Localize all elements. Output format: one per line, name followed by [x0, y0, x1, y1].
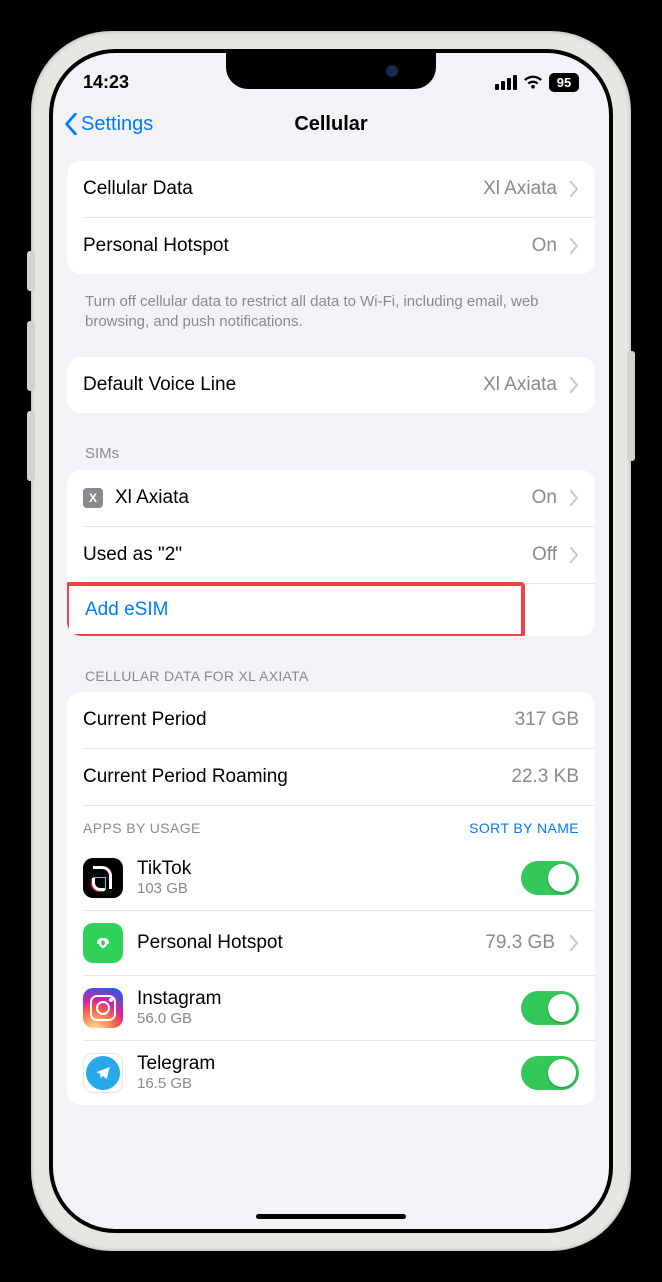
app-row-telegram[interactable]: Telegram 16.5 GB	[67, 1041, 595, 1105]
current-period-roaming-value: 22.3 KB	[511, 766, 579, 788]
app-name: Personal Hotspot	[137, 932, 283, 954]
personal-hotspot-label: Personal Hotspot	[83, 235, 229, 257]
chevron-right-icon	[569, 238, 579, 254]
add-esim-row[interactable]: Add eSIM	[67, 582, 525, 636]
nav-bar: Settings Cellular	[53, 103, 609, 155]
back-button[interactable]: Settings	[63, 113, 153, 136]
sim-1-row[interactable]: X Xl Axiata On	[67, 470, 595, 526]
default-voice-line-label: Default Voice Line	[83, 374, 236, 396]
sim-2-value: Off	[532, 544, 557, 566]
app-name: Telegram	[137, 1053, 215, 1075]
app-toggle[interactable]	[521, 1056, 579, 1090]
personal-hotspot-row[interactable]: Personal Hotspot On	[67, 218, 595, 274]
sort-by-name-button[interactable]: SORT BY NAME	[469, 820, 579, 836]
cellular-signal-icon	[495, 75, 517, 90]
chevron-right-icon	[569, 935, 579, 951]
sim-1-value: On	[532, 487, 557, 509]
chevron-right-icon	[569, 181, 579, 197]
app-row-hotspot[interactable]: Personal Hotspot 79.3 GB	[67, 911, 595, 975]
current-period-value: 317 GB	[515, 709, 579, 731]
default-voice-line-row[interactable]: Default Voice Line Xl Axiata	[67, 357, 595, 413]
sims-header: SIMs	[67, 421, 595, 470]
app-row-instagram[interactable]: Instagram 56.0 GB	[67, 976, 595, 1040]
status-time: 14:23	[83, 72, 129, 93]
home-indicator[interactable]	[256, 1214, 406, 1219]
sim-2-row[interactable]: Used as "2" Off	[67, 527, 595, 583]
chevron-left-icon	[63, 113, 79, 135]
current-period-label: Current Period	[83, 709, 207, 731]
sim-badge-icon: X	[83, 488, 103, 508]
app-usage: 56.0 GB	[137, 1010, 221, 1027]
cellular-data-row[interactable]: Cellular Data Xl Axiata	[67, 161, 595, 217]
sim-2-label: Used as "2"	[83, 544, 182, 566]
chevron-right-icon	[569, 490, 579, 506]
cellular-data-value: Xl Axiata	[483, 178, 557, 200]
current-period-roaming-row: Current Period Roaming 22.3 KB	[67, 749, 595, 805]
tiktok-icon	[83, 858, 123, 898]
cellular-data-usage-header: CELLULAR DATA FOR XL AXIATA	[67, 644, 595, 692]
current-period-row: Current Period 317 GB	[67, 692, 595, 748]
chevron-right-icon	[569, 377, 579, 393]
app-toggle[interactable]	[521, 991, 579, 1025]
app-name: Instagram	[137, 988, 221, 1010]
app-usage: 79.3 GB	[485, 932, 555, 954]
battery-icon: 95	[549, 73, 579, 92]
app-usage: 103 GB	[137, 880, 191, 897]
wifi-icon	[523, 75, 543, 90]
app-toggle[interactable]	[521, 861, 579, 895]
apps-by-usage-header: APPS BY USAGE	[83, 820, 201, 836]
app-usage: 16.5 GB	[137, 1075, 215, 1092]
current-period-roaming-label: Current Period Roaming	[83, 766, 288, 788]
app-row-tiktok[interactable]: TikTok 103 GB	[67, 846, 595, 910]
sim-1-label: Xl Axiata	[115, 487, 189, 509]
app-name: TikTok	[137, 858, 191, 880]
cellular-data-label: Cellular Data	[83, 178, 193, 200]
personal-hotspot-value: On	[532, 235, 557, 257]
hotspot-icon	[83, 923, 123, 963]
instagram-icon	[83, 988, 123, 1028]
chevron-right-icon	[569, 547, 579, 563]
telegram-icon	[83, 1053, 123, 1093]
page-title: Cellular	[294, 113, 367, 136]
default-voice-line-value: Xl Axiata	[483, 374, 557, 396]
cellular-data-footer: Turn off cellular data to restrict all d…	[67, 282, 595, 357]
add-esim-label: Add eSIM	[85, 599, 168, 621]
